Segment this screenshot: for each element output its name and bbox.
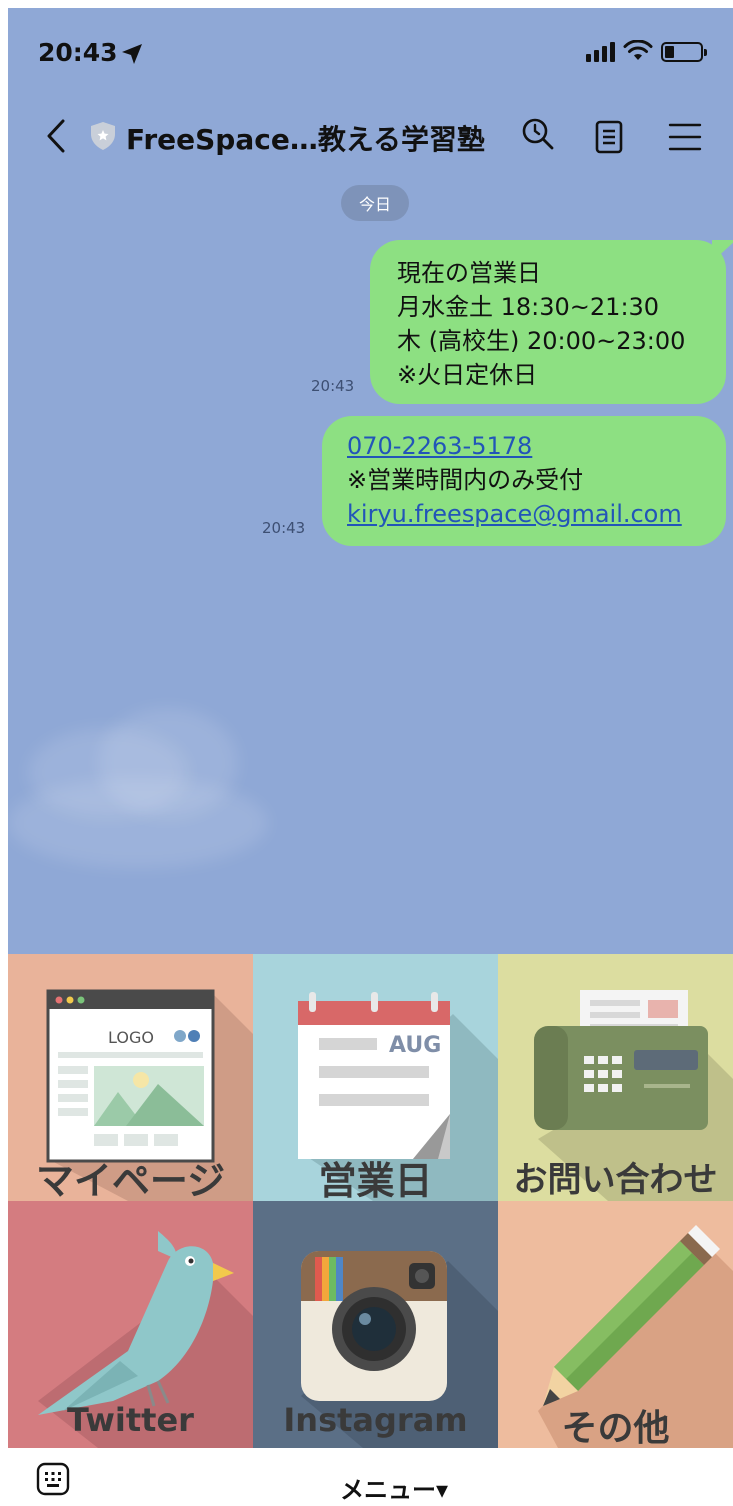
message-time: 20:43 — [311, 377, 355, 395]
status-icons — [586, 40, 707, 62]
email-link[interactable]: kiryu.freespace@gmail.com — [347, 497, 726, 531]
message-bubble[interactable]: 070-2263-5178 ※営業時間内のみ受付 kiryu.freespace… — [322, 416, 726, 546]
message-text: 月水金土 18:30~21:30 — [397, 293, 660, 321]
message-time: 20:43 — [262, 519, 306, 537]
webpage-logo-text: LOGO — [108, 1028, 154, 1047]
message-text: 現在の営業日 — [397, 259, 541, 287]
rich-menu: LOGO マイページ AUG 営業日 お問い合わせ Twitter Instag… — [8, 954, 733, 1448]
tile-label: マイページ — [35, 1159, 226, 1201]
rich-menu-business-days[interactable]: AUG 営業日 — [253, 954, 498, 1201]
rich-menu-mypage[interactable]: LOGO マイページ — [8, 954, 253, 1201]
search-icon[interactable] — [520, 116, 556, 152]
message-text: ※営業時間内のみ受付 — [347, 466, 584, 494]
menu-icon[interactable] — [668, 122, 702, 152]
bubble-tail — [712, 240, 733, 262]
verified-shield-icon — [91, 122, 115, 150]
keyboard-icon[interactable] — [36, 1462, 70, 1496]
tile-label: Twitter — [67, 1401, 194, 1439]
back-chevron-icon[interactable] — [44, 118, 68, 154]
message-text: 木 (高校生) 20:00~23:00 — [397, 327, 686, 355]
tile-label: その他 — [561, 1408, 670, 1448]
location-arrow-icon — [122, 44, 142, 64]
rich-menu-contact[interactable]: お問い合わせ — [498, 954, 733, 1201]
rich-menu-other[interactable]: その他 — [498, 1201, 733, 1448]
rich-menu-instagram[interactable]: Instagram — [253, 1201, 498, 1448]
rich-menu-twitter[interactable]: Twitter — [8, 1201, 253, 1448]
notes-icon[interactable] — [595, 120, 625, 154]
calendar-month-text: AUG — [389, 1033, 441, 1058]
message-bubble[interactable]: 現在の営業日 月水金土 18:30~21:30 木 (高校生) 20:00~23… — [370, 240, 733, 404]
date-separator: 今日 — [341, 185, 409, 221]
tile-label: Instagram — [283, 1401, 468, 1439]
phone-link[interactable]: 070-2263-5178 — [347, 429, 726, 463]
menu-toggle-button[interactable]: メニュー▾ — [340, 1470, 448, 1505]
chat-title[interactable]: FreeSpace…教える学習塾 — [126, 118, 485, 158]
wifi-icon — [623, 40, 653, 60]
tile-label: お問い合わせ — [513, 1160, 718, 1200]
battery-icon — [661, 42, 707, 62]
tile-label: 営業日 — [318, 1159, 433, 1201]
signal-bars-icon — [586, 42, 615, 62]
status-time: 20:43 — [38, 38, 118, 67]
message-text: ※火日定休日 — [397, 361, 538, 389]
